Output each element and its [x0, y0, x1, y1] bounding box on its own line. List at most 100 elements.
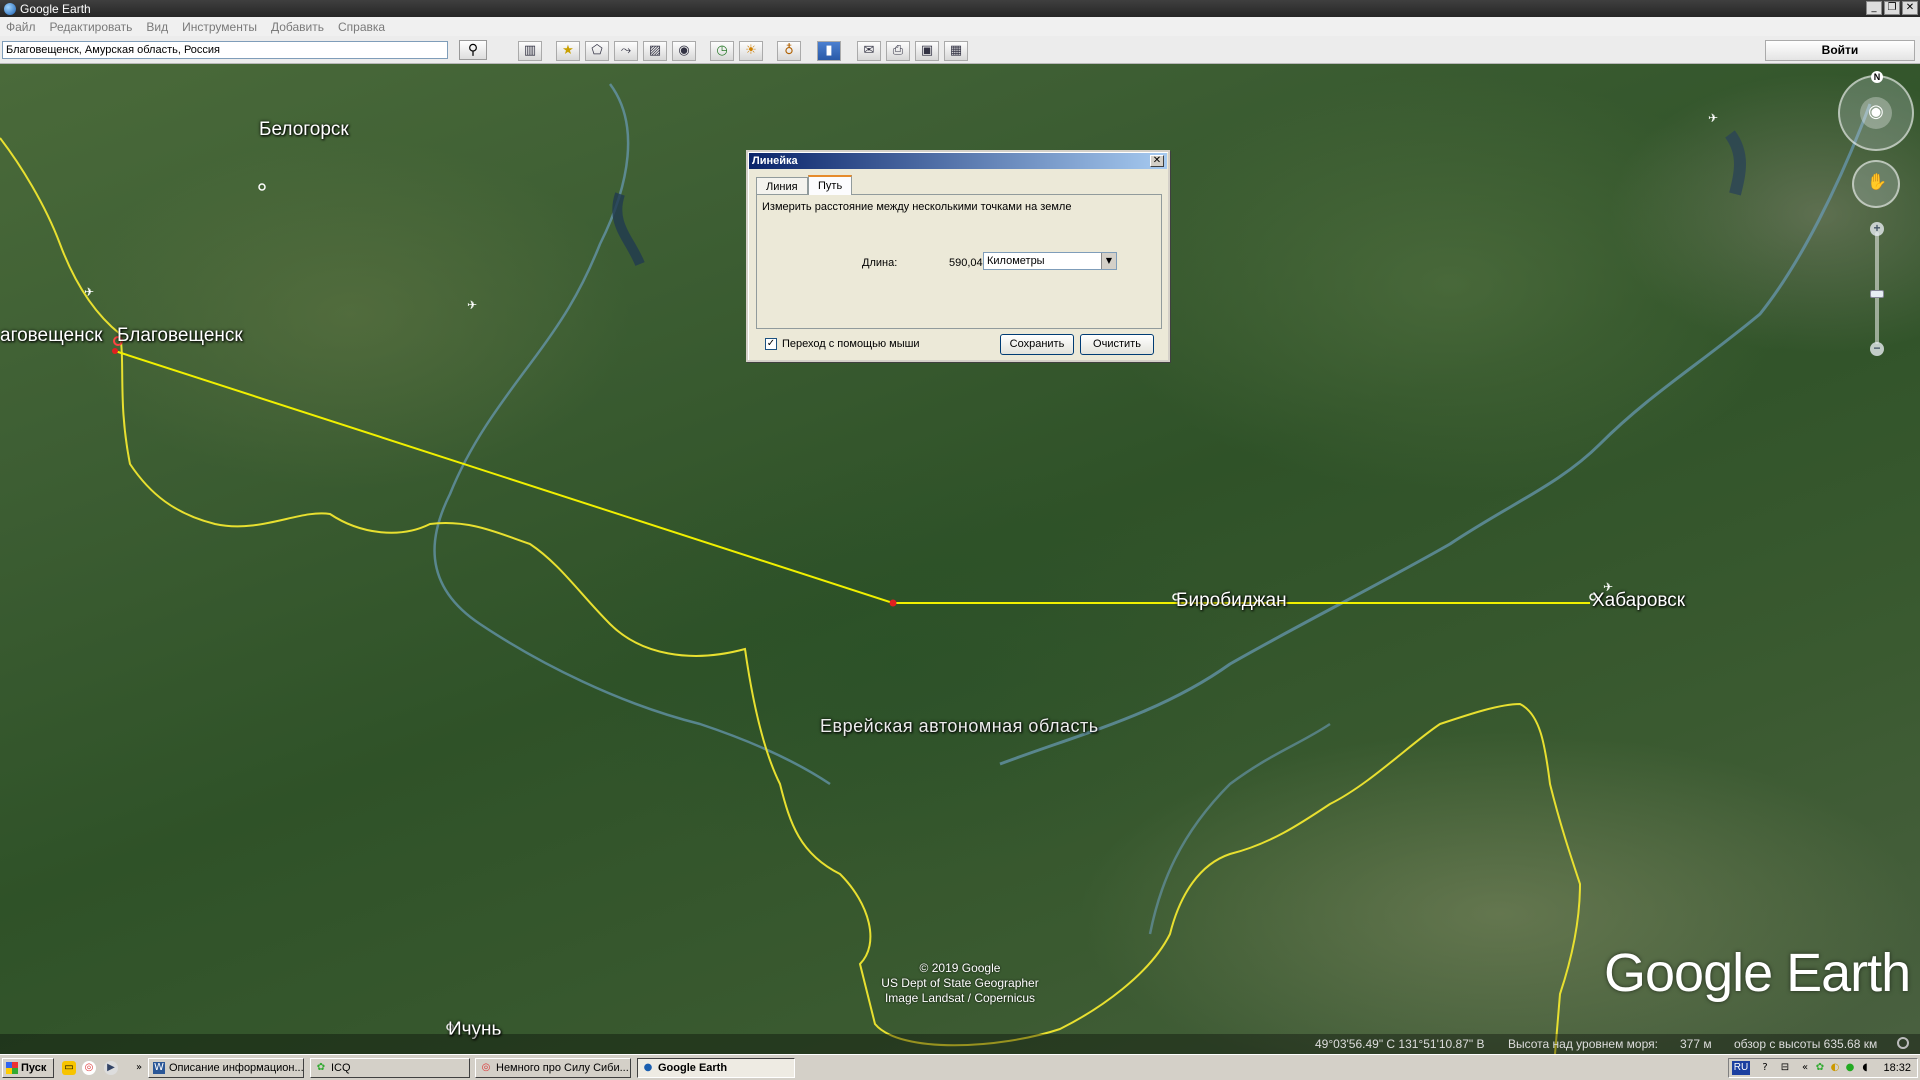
google-earth-watermark: Google Earth [1604, 943, 1911, 1003]
menu-file[interactable]: Файл [6, 20, 36, 34]
ruler-description: Измерить расстояние между несколькими то… [762, 201, 1072, 213]
media-quicklaunch-icon[interactable]: ▶ [104, 1061, 118, 1075]
chrome-icon: ◎ [481, 1062, 491, 1073]
chevron-down-icon[interactable]: ▼ [1101, 253, 1116, 269]
save-button[interactable]: Сохранить [1000, 334, 1074, 355]
taskbar: Пуск ▭ ◎ ▶ » W Описание информацион... ✿… [0, 1054, 1920, 1080]
help-icon[interactable]: ? [1759, 1062, 1771, 1074]
ruler-icon: ▮ [825, 43, 833, 58]
task-icq[interactable]: ✿ ICQ [310, 1058, 470, 1078]
sunlight-button[interactable]: ☀ [739, 41, 763, 61]
windows-logo-icon [6, 1062, 18, 1074]
mouse-nav-label[interactable]: Переход с помощью мыши [782, 338, 920, 350]
tab-line[interactable]: Линия [756, 177, 808, 195]
add-path-button[interactable]: ⤳ [614, 41, 638, 61]
tray-expand-icon[interactable]: « [1799, 1062, 1811, 1074]
belogorsk-marker [258, 183, 266, 191]
hand-icon: ✋ [1867, 172, 1887, 191]
polygon-icon: ⬠ [591, 43, 603, 58]
eye-altitude: обзор с высоты 635.68 км [1734, 1037, 1878, 1051]
add-polygon-button[interactable]: ⬠ [585, 41, 609, 61]
menu-edit[interactable]: Редактировать [50, 20, 133, 34]
planets-icon: ♁ [784, 43, 794, 58]
menu-add[interactable]: Добавить [271, 20, 324, 34]
zoom-slider[interactable]: + − [1870, 222, 1884, 356]
save-image-button[interactable]: ▣ [915, 41, 939, 61]
ruler-button[interactable]: ▮ [817, 41, 841, 61]
toolbar: ⚲ ▥ ★ ⬠ ⤳ ▨ ◉ ◷ ☀ ♁ ▮ ✉ ⎙ ▣ ▦ Войти [0, 36, 1920, 64]
print-button[interactable]: ⎙ [886, 41, 910, 61]
place-label-belogorsk[interactable]: Белогорск [259, 119, 349, 141]
place-label-khabarovsk[interactable]: Хабаровск [1592, 590, 1685, 612]
zoom-thumb[interactable] [1870, 289, 1884, 298]
place-label-birobidzhan[interactable]: Биробиджан [1176, 590, 1287, 612]
north-indicator[interactable]: N [1871, 71, 1883, 83]
placemark-icon: ★ [562, 43, 574, 58]
save-image-icon: ▣ [920, 43, 934, 58]
region-label[interactable]: Еврейская автономная область [820, 716, 1099, 737]
unit-select[interactable]: Километры ▼ [983, 252, 1117, 270]
lake [1724, 130, 1746, 196]
mouse-nav-checkbox[interactable]: ✓ [765, 338, 777, 350]
ruler-dialog: Линейка ✕ Линия Путь Измерить расстояние… [746, 150, 1170, 362]
network-icon[interactable]: ⊟ [1779, 1062, 1791, 1074]
search-input[interactable] [2, 41, 448, 59]
menu-help[interactable]: Справка [338, 20, 385, 34]
ruler-tab-panel: Измерить расстояние между несколькими то… [756, 194, 1162, 329]
word-icon: W [153, 1062, 165, 1074]
tray-status-icon[interactable]: ● [1844, 1062, 1856, 1074]
zoom-out-button[interactable]: − [1870, 342, 1884, 356]
ruler-point-start[interactable] [112, 348, 118, 354]
tray-app-icon[interactable]: ◐ [1829, 1062, 1841, 1074]
task-word[interactable]: W Описание информацион... [148, 1058, 304, 1078]
add-placemark-button[interactable]: ★ [556, 41, 580, 61]
minimize-button[interactable]: _ [1866, 1, 1882, 15]
clear-button[interactable]: Очистить [1080, 334, 1154, 355]
google-earth-icon: ● [643, 1062, 653, 1073]
mouse-nav-option[interactable]: ✓ Переход с помощью мыши [765, 338, 920, 350]
view-in-maps-button[interactable]: ▦ [944, 41, 968, 61]
record-tour-icon: ◉ [678, 43, 690, 58]
icq-tray-icon[interactable]: ✿ [1814, 1062, 1826, 1074]
sidebar-toggle-button[interactable]: ▥ [518, 41, 542, 61]
close-button[interactable]: ✕ [1902, 1, 1918, 15]
quicklaunch-overflow-icon[interactable]: » [132, 1061, 146, 1075]
reservoir [612, 192, 645, 266]
window-controls: _ ❐ ✕ [1866, 1, 1918, 15]
elevation-value: 377 м [1680, 1037, 1712, 1051]
elevation-label: Высота над уровнем моря: [1508, 1037, 1658, 1051]
maximize-button[interactable]: ❐ [1884, 1, 1900, 15]
email-button[interactable]: ✉ [857, 41, 881, 61]
menu-tools[interactable]: Инструменты [182, 20, 257, 34]
search-button[interactable]: ⚲ [459, 40, 487, 60]
chrome-quicklaunch-icon[interactable]: ◎ [82, 1061, 96, 1075]
look-control[interactable]: N ◉ [1838, 71, 1914, 151]
sidebar-icon: ▥ [523, 43, 537, 58]
place-label-blagoveshchensk[interactable]: Благовещенск [117, 325, 243, 347]
system-tray: RU ? ⊟ « ✿ ◐ ● ◖ 18:32 [1728, 1058, 1918, 1078]
overlay-icon: ▨ [648, 43, 662, 58]
task-chrome[interactable]: ◎ Немного про Силу Сиби... [475, 1058, 631, 1078]
task-google-earth[interactable]: ● Google Earth [637, 1058, 795, 1078]
menu-view[interactable]: Вид [146, 20, 168, 34]
add-overlay-button[interactable]: ▨ [643, 41, 667, 61]
ruler-close-button[interactable]: ✕ [1150, 155, 1164, 167]
zoom-in-button[interactable]: + [1870, 222, 1884, 236]
record-tour-button[interactable]: ◉ [672, 41, 696, 61]
email-icon: ✉ [863, 43, 875, 58]
historical-imagery-button[interactable]: ◷ [710, 41, 734, 61]
planets-button[interactable]: ♁ [777, 41, 801, 61]
volume-icon[interactable]: ◖ [1859, 1062, 1871, 1074]
language-indicator[interactable]: RU [1732, 1061, 1750, 1075]
google-earth-window: Google Earth _ ❐ ✕ Файл Редактировать Ви… [0, 0, 1920, 1080]
menu-bar: Файл Редактировать Вид Инструменты Добав… [0, 17, 1920, 36]
move-control[interactable]: ✋ [1852, 160, 1900, 208]
ruler-point-mid[interactable] [889, 599, 897, 607]
print-icon: ⎙ [892, 43, 904, 58]
place-label-blagoveshchensk-cn[interactable]: аговещенск [0, 325, 102, 347]
signin-button[interactable]: Войти [1765, 40, 1915, 61]
folder-quicklaunch-icon[interactable]: ▭ [62, 1061, 76, 1075]
start-button[interactable]: Пуск [2, 1058, 54, 1078]
tab-path[interactable]: Путь [808, 175, 853, 195]
length-value: 590,04 [949, 257, 983, 269]
